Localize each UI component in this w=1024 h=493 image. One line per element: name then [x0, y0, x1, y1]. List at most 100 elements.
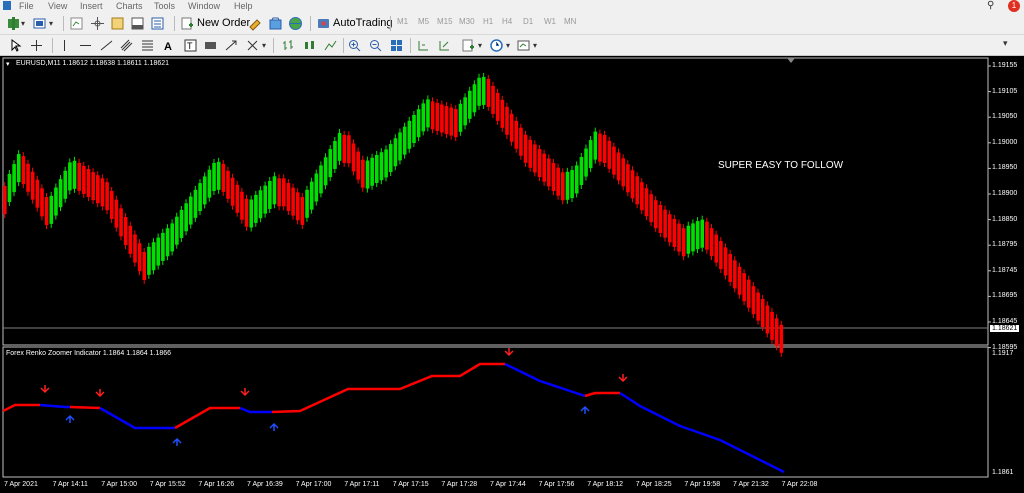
autotrading-button[interactable]: AutoTrading — [333, 15, 393, 32]
candle-body — [295, 192, 300, 221]
menu-help[interactable]: Help — [234, 1, 253, 11]
time-label: 7 Apr 18:12 — [587, 481, 623, 488]
candle-body — [26, 163, 30, 192]
periodicity-clock-icon[interactable] — [489, 38, 504, 53]
chevron-down-icon[interactable]: ▾ — [262, 41, 266, 50]
timeframe-m15[interactable]: M15 — [437, 17, 453, 26]
autotrading-icon[interactable] — [316, 16, 331, 31]
candle-body — [370, 157, 374, 186]
candle-body — [202, 176, 207, 205]
zoom-in-icon[interactable] — [347, 38, 362, 53]
candle-body — [440, 104, 444, 133]
menu-insert[interactable]: Insert — [80, 1, 103, 11]
channel-icon[interactable] — [119, 38, 134, 53]
crosshair-icon[interactable] — [29, 38, 44, 53]
candle-body — [398, 132, 402, 161]
zoom-out-icon[interactable] — [368, 38, 383, 53]
candle-body — [649, 194, 653, 223]
rectangle-icon[interactable] — [203, 38, 218, 53]
bar-chart-icon[interactable] — [281, 38, 296, 53]
main-chart-icon: ▾ — [6, 61, 10, 68]
time-label: 7 Apr 17:44 — [490, 481, 526, 488]
arrows-icon[interactable] — [224, 38, 239, 53]
auto-scroll-icon[interactable] — [437, 38, 452, 53]
cursor-icon[interactable] — [8, 38, 23, 53]
candle-body — [458, 103, 463, 132]
market-watch-icon[interactable] — [69, 16, 84, 31]
candlestick-icon[interactable] — [302, 38, 317, 53]
chevron-down-icon[interactable]: ▾ — [49, 19, 53, 28]
candle-body — [384, 149, 388, 178]
profiles-icon[interactable] — [32, 16, 47, 31]
trendline-icon[interactable] — [99, 38, 114, 53]
buy-signal-arrow-icon — [172, 437, 182, 446]
menu-charts[interactable]: Charts — [116, 1, 143, 11]
menu-window[interactable]: Window — [188, 1, 220, 11]
timeframe-w1[interactable]: W1 — [544, 17, 556, 26]
candle-body — [72, 160, 77, 189]
chevron-down-icon[interactable]: ▾ — [533, 41, 537, 50]
candle-body — [244, 198, 249, 227]
indicators-icon[interactable] — [461, 38, 476, 53]
candle-body — [472, 84, 477, 113]
candle-body — [486, 78, 491, 107]
timeframe-h4[interactable]: H4 — [502, 17, 512, 26]
toolbar-overflow-icon[interactable]: ▾ — [1003, 38, 1008, 49]
indicator-up-segment — [239, 406, 272, 414]
candle-body — [319, 165, 323, 194]
candle-body — [361, 159, 365, 188]
tile-windows-icon[interactable] — [389, 38, 404, 53]
new-order-button[interactable]: New Order — [197, 15, 250, 32]
indicator-down-segment — [584, 391, 620, 398]
candle-body — [477, 77, 481, 106]
menu-tools[interactable]: Tools — [154, 1, 175, 11]
indicator-down-segment — [69, 405, 101, 410]
search-icon[interactable]: ⚲ — [987, 0, 994, 11]
candle-body — [635, 176, 639, 205]
horizontal-line-icon[interactable] — [78, 38, 93, 53]
candle-body — [626, 164, 630, 193]
text-icon[interactable]: A — [161, 38, 176, 53]
timeframe-d1[interactable]: D1 — [523, 17, 533, 26]
vertical-line-icon[interactable] — [57, 38, 72, 53]
chart-shift-icon[interactable] — [416, 38, 431, 53]
templates-icon[interactable] — [516, 38, 531, 53]
text-label-icon[interactable]: T — [183, 38, 198, 53]
chevron-down-icon[interactable]: ▾ — [21, 19, 25, 28]
chart-window[interactable]: ▾ EURUSD,M11 1.18612 1.18638 1.18611 1.1… — [0, 56, 1024, 493]
terminal-icon[interactable] — [130, 16, 145, 31]
price-label: 1.18950 — [992, 164, 1018, 172]
notification-badge[interactable]: 1 — [1008, 0, 1020, 12]
timeframe-m30[interactable]: M30 — [459, 17, 475, 26]
timeframe-m5[interactable]: M5 — [418, 17, 429, 26]
candle-body — [375, 155, 379, 183]
menu-view[interactable]: View — [48, 1, 67, 11]
market-icon[interactable] — [268, 16, 283, 31]
candle-body — [551, 163, 556, 192]
new-order-icon[interactable] — [180, 16, 195, 31]
globe-icon[interactable] — [288, 16, 303, 31]
data-window-icon[interactable] — [110, 16, 125, 31]
chevron-down-icon[interactable]: ▾ — [478, 41, 482, 50]
timeframe-h1[interactable]: H1 — [483, 17, 493, 26]
metaeditor-icon[interactable] — [248, 16, 263, 31]
menu-file[interactable]: File — [19, 1, 34, 11]
line-chart-icon[interactable] — [323, 38, 338, 53]
chart-canvas[interactable] — [0, 56, 1024, 493]
timeframe-mn[interactable]: MN — [564, 17, 576, 26]
chart-shift-marker[interactable] — [787, 58, 795, 63]
menu-bar: File View Insert Charts Tools Window Hel… — [0, 0, 1024, 13]
candle-body — [528, 139, 533, 168]
candle-body — [226, 170, 230, 199]
candle-body — [49, 195, 54, 224]
candle-body — [733, 260, 737, 289]
strategy-tester-icon[interactable] — [150, 16, 165, 31]
drawing-tools-icon[interactable] — [245, 38, 260, 53]
candle-body — [249, 199, 254, 228]
chevron-down-icon[interactable]: ▾ — [506, 41, 510, 50]
new-chart-icon[interactable] — [6, 16, 21, 31]
navigator-icon[interactable] — [90, 16, 105, 31]
time-label: 7 Apr 15:00 — [101, 481, 137, 488]
fibonacci-icon[interactable] — [140, 38, 155, 53]
timeframe-m1[interactable]: M1 — [397, 17, 408, 26]
